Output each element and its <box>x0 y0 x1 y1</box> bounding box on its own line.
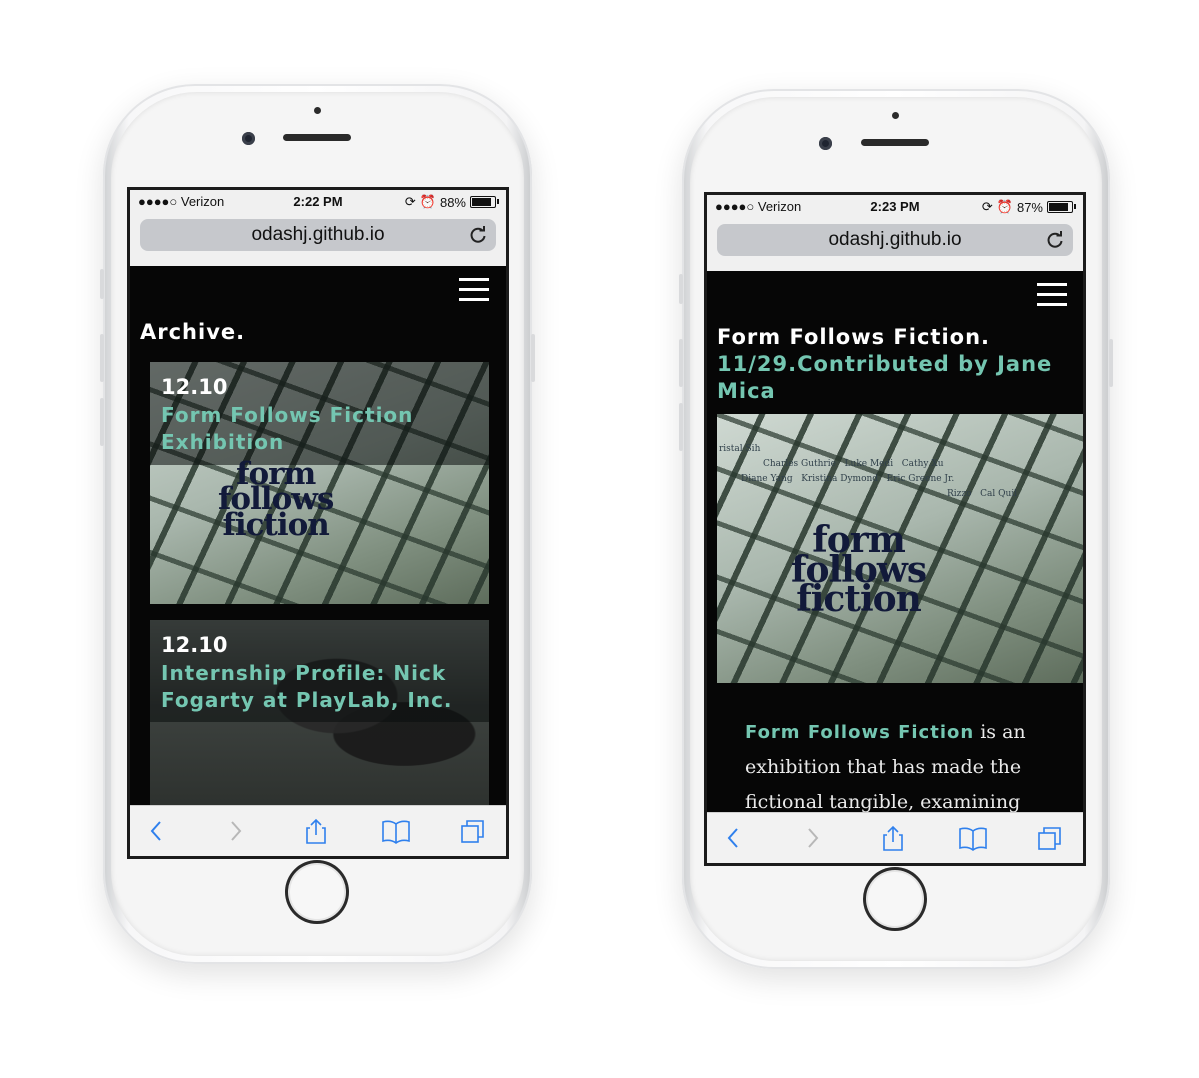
card-title-line1[interactable]: Internship Profile: Nick <box>161 660 446 687</box>
name-text: Rizzo <box>947 489 972 499</box>
earpiece-speaker <box>861 139 929 146</box>
orientation-lock-icon: ⟳ <box>981 199 993 214</box>
tabs-icon[interactable] <box>1037 825 1063 851</box>
body-text-line2: exhibition that has made the <box>745 756 1022 778</box>
article-card[interactable]: 12.10 Internship Profile: Nick Fogarty a… <box>150 620 489 806</box>
card-title-line2[interactable]: Exhibition <box>161 429 284 456</box>
article-title: Form Follows Fiction. <box>717 325 991 349</box>
article-card[interactable]: form follows fiction 12.10 Form Follows … <box>150 362 489 604</box>
exhibition-logo: form follows fiction <box>791 522 927 621</box>
name-text: ristal Sih <box>719 444 761 454</box>
card-title-line2[interactable]: Fogarty at PlayLab, Inc. <box>161 687 453 714</box>
battery-percent: 87% <box>1016 199 1043 215</box>
home-button[interactable] <box>863 867 927 931</box>
browser-toolbar <box>707 812 1083 863</box>
alarm-icon: ⏰ <box>996 199 1013 214</box>
share-icon[interactable] <box>303 818 329 844</box>
back-icon[interactable] <box>721 825 747 851</box>
sensor <box>314 107 321 114</box>
names-wall: ristal Sih Charles Guthrie Luke Medi Cat… <box>717 442 1083 502</box>
bookmarks-icon[interactable] <box>958 825 988 851</box>
volume-down-button <box>679 403 683 451</box>
alarm-icon: ⏰ <box>419 194 436 209</box>
back-icon[interactable] <box>144 818 170 844</box>
web-content: Form Follows Fiction. 11/29.Contributed … <box>707 271 1083 813</box>
battery-percent: 88% <box>439 194 466 210</box>
article-hero-image: ristal Sih Charles Guthrie Luke Medi Cat… <box>717 414 1083 683</box>
address-bar-container: odashj.github.io <box>707 219 1083 271</box>
page-title: Archive. <box>140 320 246 344</box>
address-bar[interactable]: odashj.github.io <box>140 219 496 251</box>
phone-left: ●●●●○ Verizon 2:22 PM ⟳ ⏰ 88% odashj.git… <box>100 84 535 964</box>
card-date: 12.10 <box>161 633 228 657</box>
status-right: ⟳ ⏰ 87% <box>981 199 1076 215</box>
url-text: odashj.github.io <box>828 229 962 250</box>
article-body: Form Follows Fiction is an exhibition th… <box>745 715 1075 813</box>
battery-icon <box>470 196 499 208</box>
volume-up-button <box>679 339 683 387</box>
web-content: Archive. form follows fiction 12.10 Form… <box>130 266 506 806</box>
screen: ●●●●○ Verizon 2:23 PM ⟳ ⏰ 87% odashj.git… <box>704 192 1086 866</box>
phone-right: ●●●●○ Verizon 2:23 PM ⟳ ⏰ 87% odashj.git… <box>679 89 1113 969</box>
body-link[interactable]: Form Follows Fiction <box>745 722 974 743</box>
article-meta-line2: Mica <box>717 379 776 403</box>
sensor <box>892 112 899 119</box>
name-text: Cal Quil <box>980 489 1018 499</box>
power-button <box>1109 339 1113 387</box>
body-text-line1: is an <box>974 721 1026 743</box>
logo-line: fiction <box>796 578 922 621</box>
name-text: Charles Guthrie <box>763 459 836 469</box>
hamburger-menu-icon[interactable] <box>459 278 489 302</box>
browser-toolbar <box>130 805 506 856</box>
home-button[interactable] <box>285 860 349 924</box>
address-bar-container: odashj.github.io <box>130 214 506 266</box>
front-camera <box>242 132 255 145</box>
volume-down-button <box>100 398 104 446</box>
name-text: Eric Greene Jr. <box>886 474 955 484</box>
logo-line: fiction <box>222 506 330 543</box>
body-text-line3: fictional tangible, examining <box>745 791 1021 813</box>
status-bar: ●●●●○ Verizon 2:22 PM ⟳ ⏰ 88% <box>130 190 506 214</box>
mute-switch <box>679 274 683 304</box>
bookmarks-icon[interactable] <box>381 818 411 844</box>
name-text: Kristina Dymond <box>801 474 879 484</box>
status-right: ⟳ ⏰ 88% <box>404 194 499 210</box>
name-text: Diane Yang <box>741 474 793 484</box>
screen: ●●●●○ Verizon 2:22 PM ⟳ ⏰ 88% odashj.git… <box>127 187 509 859</box>
power-button <box>531 334 535 382</box>
exhibition-logo: form follows fiction <box>218 458 334 543</box>
earpiece-speaker <box>283 134 351 141</box>
address-bar[interactable]: odashj.github.io <box>717 224 1073 256</box>
hamburger-menu-icon[interactable] <box>1037 283 1067 307</box>
mute-switch <box>100 269 104 299</box>
forward-icon[interactable] <box>222 818 248 844</box>
article-meta-line1: 11/29.Contributed by Jane <box>717 352 1053 376</box>
card-title-line1[interactable]: Form Follows Fiction <box>161 402 413 429</box>
forward-icon[interactable] <box>799 825 825 851</box>
url-text: odashj.github.io <box>251 224 385 245</box>
orientation-lock-icon: ⟳ <box>404 194 416 209</box>
tabs-icon[interactable] <box>460 818 486 844</box>
front-camera <box>819 137 832 150</box>
status-bar: ●●●●○ Verizon 2:23 PM ⟳ ⏰ 87% <box>707 195 1083 219</box>
reload-icon[interactable] <box>1045 230 1065 250</box>
battery-icon <box>1047 201 1076 213</box>
name-text: Luke Medi <box>844 459 894 469</box>
card-date: 12.10 <box>161 375 228 399</box>
name-text: Cathy Xu <box>901 459 944 469</box>
share-icon[interactable] <box>880 825 906 851</box>
reload-icon[interactable] <box>468 225 488 245</box>
volume-up-button <box>100 334 104 382</box>
